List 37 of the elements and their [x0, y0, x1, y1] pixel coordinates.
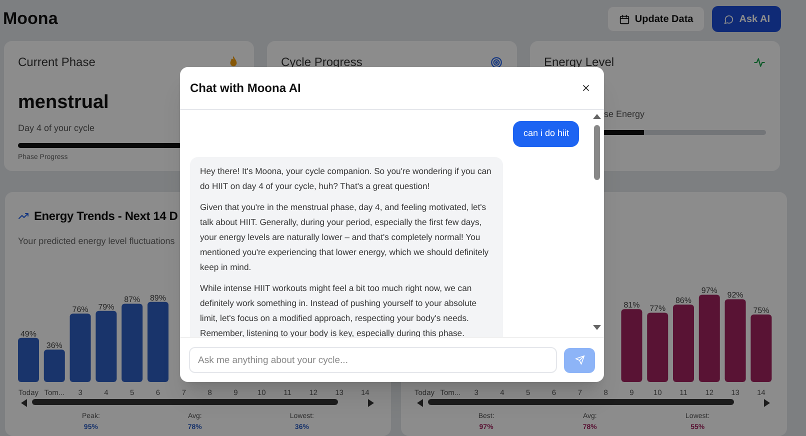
scrollbar-drawing[interactable]: [21, 399, 374, 407]
value-label: 49%: [20, 329, 36, 338]
value-label: 92%: [727, 290, 744, 300]
card-title: Current Phase: [18, 54, 96, 71]
trend-icon: [18, 210, 30, 222]
chat-icon: [723, 14, 734, 24]
scrollbar-drawing[interactable]: [417, 399, 770, 407]
value-label: 81%: [624, 300, 640, 310]
message-paragraph: While intense HIIT workouts might feel a bit too much right now, we can definitely work something in. Instead of pushing yourself to your absolute limit, let's focus on a modified approach, respecting your body's needs. Remember, listening to your body is key, especially during this phase.: [200, 282, 478, 337]
user-message: can i do hiit: [513, 121, 579, 146]
value-label: 79%: [98, 302, 114, 312]
value-label: 76%: [72, 305, 88, 314]
phase-name: menstrual: [18, 91, 110, 115]
value-label: 97%: [701, 286, 718, 296]
value-label: 87%: [124, 295, 140, 304]
chart-title: Energy Trends - Next 14 D: [34, 208, 178, 225]
ask-ai-button[interactable]: Ask AI: [712, 6, 781, 32]
value-label: 75%: [753, 306, 770, 315]
card-title: Cycle Progress: [281, 54, 362, 71]
calendar-icon: [618, 14, 630, 24]
app-title: Moona: [3, 8, 58, 30]
chart-subtitle: Your predicted energy level fluctuations: [18, 236, 175, 246]
close-icon: [581, 83, 591, 93]
dialog-title: Chat with Moona AI: [190, 80, 301, 97]
value-label: 77%: [650, 304, 666, 314]
message-paragraph: Given that you're in the menstrual phase, day 4, and feeling motivated, let's talk about HIIT. Generally, during your period, especially the first few days, your energy levels are naturally lower – and that's completely normal! You mentioned you're experiencing that lower energy, which we should definitely keep in mind.: [200, 200, 490, 274]
message-input[interactable]: Ask me anything about your cycle...: [189, 347, 557, 373]
cycle-day: Day 4 of your cycle: [18, 122, 240, 135]
value-label: 86%: [676, 296, 692, 306]
energy-caption: se Energy: [604, 108, 646, 121]
send-icon: [574, 355, 584, 365]
pulse-icon: [753, 56, 766, 68]
value-label: 89%: [150, 293, 166, 302]
message-paragraph: Hey there! It's Moona, your cycle companion. So you're wondering if you can do HIIT on day 4 of your cycle, huh? That's a great question!: [200, 164, 492, 193]
target-icon: [490, 56, 503, 68]
update-data-button[interactable]: Update Data: [606, 6, 706, 32]
value-label: 36%: [46, 341, 62, 350]
